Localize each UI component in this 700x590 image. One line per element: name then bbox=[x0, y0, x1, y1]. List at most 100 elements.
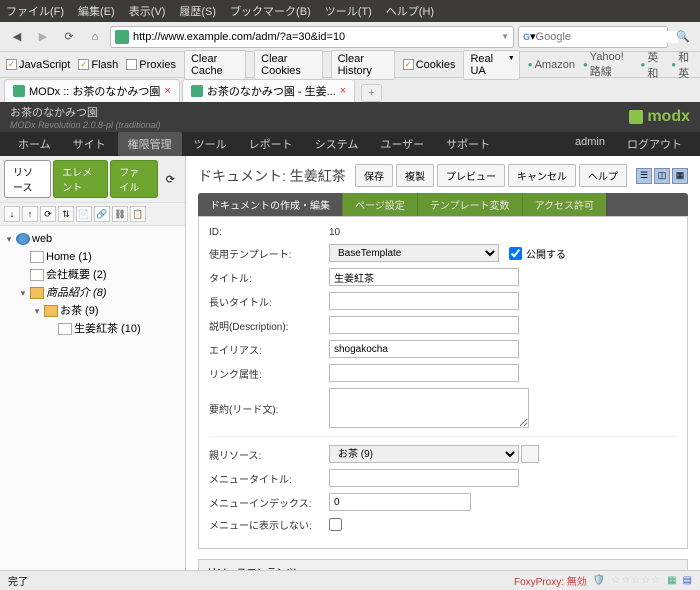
search-input[interactable] bbox=[536, 31, 678, 43]
url-input[interactable] bbox=[133, 31, 501, 43]
tool-icon[interactable]: ◫ bbox=[654, 168, 670, 184]
tree-item[interactable]: 会社概要 (2) bbox=[4, 266, 181, 284]
link-amazon[interactable]: Amazon bbox=[528, 59, 575, 71]
refresh-tree-icon[interactable]: ⟳ bbox=[40, 206, 56, 222]
ua-select[interactable]: Real UA bbox=[463, 50, 519, 80]
nav-tools[interactable]: ツール bbox=[184, 132, 237, 156]
new-link-icon[interactable]: 🔗 bbox=[94, 206, 110, 222]
nav-system[interactable]: システム bbox=[305, 132, 369, 156]
reload-button[interactable]: ⟳ bbox=[58, 26, 80, 48]
dropdown-icon[interactable]: ▼ bbox=[501, 32, 509, 41]
menu-tools[interactable]: ツール(T) bbox=[325, 3, 372, 19]
doc-tab-access[interactable]: アクセス許可 bbox=[522, 193, 607, 216]
home-button[interactable]: ⌂ bbox=[84, 26, 106, 48]
menuindex-input[interactable] bbox=[329, 493, 471, 511]
link-waei[interactable]: 和英 bbox=[671, 49, 694, 81]
modx-header: お茶のなかみつ園 MODx Revolution 2.0.8-pl (tradi… bbox=[0, 102, 700, 132]
menu-help[interactable]: ヘルプ(H) bbox=[386, 3, 434, 19]
menutitle-input[interactable] bbox=[329, 469, 519, 487]
tab-file[interactable]: ファイル bbox=[110, 160, 158, 198]
search-go-icon[interactable]: 🔍 bbox=[672, 26, 694, 48]
tree-item[interactable]: ▾お茶 (9) bbox=[4, 302, 181, 320]
expand-icon[interactable]: ↓ bbox=[4, 206, 20, 222]
favicon-icon bbox=[115, 30, 129, 44]
menu-file[interactable]: ファイル(F) bbox=[6, 3, 64, 19]
longtitle-input[interactable] bbox=[329, 292, 519, 310]
menu-bookmarks[interactable]: ブックマーク(B) bbox=[230, 3, 311, 19]
tree-root[interactable]: ▾web bbox=[4, 230, 181, 248]
nav-home[interactable]: ホーム bbox=[8, 132, 61, 156]
tab-close-icon[interactable]: × bbox=[164, 85, 170, 97]
menu-history[interactable]: 履歴(S) bbox=[179, 3, 216, 19]
status-icon[interactable]: ▦ bbox=[667, 575, 676, 586]
opt-cookies[interactable]: Cookies bbox=[403, 59, 456, 71]
template-select[interactable]: BaseTemplate bbox=[329, 244, 499, 262]
nav-logout[interactable]: ログアウト bbox=[617, 132, 692, 156]
menu-edit[interactable]: 編集(E) bbox=[78, 3, 115, 19]
tree-item[interactable]: ▾商品紹介 (8) bbox=[4, 284, 181, 302]
title-label: タイトル: bbox=[209, 270, 329, 285]
status-icon[interactable]: 🛡️ bbox=[593, 575, 605, 586]
menu-view[interactable]: 表示(V) bbox=[129, 3, 166, 19]
nav-support[interactable]: サポート bbox=[436, 132, 500, 156]
browser-tab[interactable]: お茶のなかみつ園 - 生姜...× bbox=[182, 79, 355, 102]
doc-tab-edit[interactable]: ドキュメントの作成・編集 bbox=[198, 193, 342, 216]
opt-flash[interactable]: Flash bbox=[78, 59, 118, 71]
nav-reports[interactable]: レポート bbox=[239, 132, 303, 156]
options-row: JavaScript Flash Proxies Clear Cache Cle… bbox=[0, 52, 700, 78]
publish-checkbox[interactable] bbox=[509, 247, 522, 260]
collapse-icon[interactable]: ↑ bbox=[22, 206, 38, 222]
search-bar[interactable]: G▾ bbox=[518, 26, 668, 48]
browser-tab[interactable]: MODx :: お茶のなかみつ園× bbox=[4, 79, 180, 102]
tree-item[interactable]: 生姜紅茶 (10) bbox=[4, 320, 181, 338]
foxyproxy-status[interactable]: FoxyProxy: 無効 bbox=[514, 573, 587, 588]
nav-user[interactable]: ユーザー bbox=[370, 132, 434, 156]
back-button[interactable]: ◀ bbox=[6, 26, 28, 48]
nav-admin[interactable]: admin bbox=[565, 132, 615, 156]
tab-favicon-icon bbox=[13, 85, 25, 97]
parent-select[interactable]: お茶 (9) bbox=[329, 445, 519, 463]
clear-cookies-button[interactable]: Clear Cookies bbox=[254, 50, 322, 80]
url-bar[interactable]: ▼ bbox=[110, 26, 514, 48]
doc-tab-tv[interactable]: テンプレート変数 bbox=[417, 193, 522, 216]
alias-input[interactable] bbox=[329, 340, 519, 358]
tab-add-button[interactable]: + bbox=[361, 84, 381, 102]
link-yahoo[interactable]: Yahoo!路線 bbox=[583, 51, 633, 79]
tab-close-icon[interactable]: × bbox=[340, 85, 346, 97]
save-button[interactable]: 保存 bbox=[355, 164, 393, 187]
modx-logo: modx bbox=[629, 108, 690, 126]
doc-tab-settings[interactable]: ページ設定 bbox=[342, 193, 417, 216]
linkattr-input[interactable] bbox=[329, 364, 519, 382]
sort-icon[interactable]: ⇅ bbox=[58, 206, 74, 222]
clear-history-button[interactable]: Clear History bbox=[331, 50, 395, 80]
nav-site[interactable]: サイト bbox=[63, 132, 116, 156]
new-symlink-icon[interactable]: ⛓ bbox=[112, 206, 128, 222]
status-icon[interactable]: ▤ bbox=[683, 575, 692, 586]
nav-security[interactable]: 権限管理 bbox=[118, 132, 182, 156]
parent-picker-button[interactable] bbox=[521, 445, 539, 463]
tool-icon[interactable]: ☰ bbox=[636, 168, 652, 184]
preview-button[interactable]: プレビュー bbox=[437, 164, 505, 187]
doc-title: ドキュメント: 生姜紅茶 bbox=[198, 166, 346, 186]
clear-cache-button[interactable]: Clear Cache bbox=[184, 50, 246, 80]
help-button[interactable]: ヘルプ bbox=[579, 164, 627, 187]
tree-item[interactable]: Home (1) bbox=[4, 248, 181, 266]
summary-textarea[interactable] bbox=[329, 388, 529, 428]
refresh-icon[interactable]: ⟳ bbox=[160, 171, 181, 188]
hidemenu-checkbox[interactable] bbox=[329, 518, 342, 531]
title-input[interactable] bbox=[329, 268, 519, 286]
rating-stars[interactable]: ☆☆☆☆☆ bbox=[611, 575, 661, 586]
forward-button[interactable]: ▶ bbox=[32, 26, 54, 48]
duplicate-button[interactable]: 複製 bbox=[396, 164, 434, 187]
tool-icon[interactable]: ▦ bbox=[672, 168, 688, 184]
opt-proxies[interactable]: Proxies bbox=[126, 59, 176, 71]
status-bar: 完了 FoxyProxy: 無効 🛡️ ☆☆☆☆☆ ▦ ▤ bbox=[0, 570, 700, 590]
cancel-button[interactable]: キャンセル bbox=[508, 164, 576, 187]
new-static-icon[interactable]: 📋 bbox=[130, 206, 146, 222]
tab-element[interactable]: エレメント bbox=[53, 160, 108, 198]
opt-javascript[interactable]: JavaScript bbox=[6, 59, 70, 71]
tab-resource[interactable]: リソース bbox=[4, 160, 51, 198]
desc-input[interactable] bbox=[329, 316, 519, 334]
link-eiwa[interactable]: 英和 bbox=[641, 49, 664, 81]
new-doc-icon[interactable]: 📄 bbox=[76, 206, 92, 222]
